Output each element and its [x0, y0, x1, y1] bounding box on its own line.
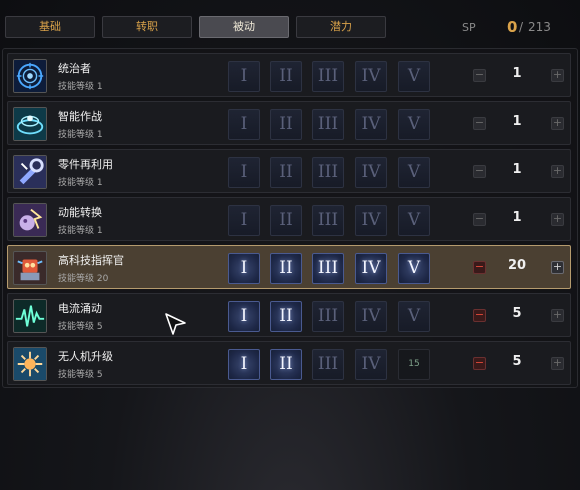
skill-row-smart-combat[interactable]: 智能作战 技能等级 1 I II III IV V − 1 +	[7, 101, 571, 145]
tier-4: IV	[355, 109, 387, 140]
tier-5: V	[398, 157, 430, 188]
skill-level: 技能等级 20	[58, 274, 109, 284]
skill-name: 高科技指挥官	[58, 254, 124, 267]
decrease-button[interactable]: −	[473, 165, 486, 178]
tab-potential[interactable]: 潜力	[296, 16, 386, 38]
tier-5: V	[398, 61, 430, 92]
tier-3: III	[312, 109, 344, 140]
skill-level: 技能等级 5	[58, 370, 103, 380]
ruler-emblem-icon	[13, 59, 47, 93]
hightech-commander-icon	[13, 251, 47, 285]
skill-level-value: 5	[512, 306, 522, 321]
increase-button[interactable]: +	[551, 69, 564, 82]
tier-5-locked: 15	[398, 349, 430, 380]
tier-3: III	[312, 157, 344, 188]
tier-2: II	[270, 301, 302, 332]
skill-level-value: 5	[512, 354, 522, 369]
tier-2: II	[270, 61, 302, 92]
skill-row-kinetic-conversion[interactable]: 动能转换 技能等级 1 I II III IV V − 1 +	[7, 197, 571, 241]
increase-button[interactable]: +	[551, 165, 564, 178]
decrease-button[interactable]: −	[473, 213, 486, 226]
increase-button[interactable]: +	[551, 261, 564, 274]
tier-1: I	[228, 61, 260, 92]
skill-level: 技能等级 1	[58, 130, 103, 140]
tier-5: V	[398, 253, 430, 284]
increase-button[interactable]: +	[551, 117, 564, 130]
tier-1: I	[228, 205, 260, 236]
tab-advancement[interactable]: 转职	[102, 16, 192, 38]
tier-1: I	[228, 301, 260, 332]
tier-1: I	[228, 157, 260, 188]
tier-3: III	[312, 253, 344, 284]
tier-4: IV	[355, 61, 387, 92]
tab-basic[interactable]: 基础	[5, 16, 95, 38]
tier-1: I	[228, 349, 260, 380]
decrease-button[interactable]: −	[473, 117, 486, 130]
skill-level-value: 1	[512, 114, 522, 129]
sp-current: 0	[507, 18, 518, 36]
skill-row-hightech-commander[interactable]: 高科技指挥官 技能等级 20 I II III IV V − 20 +	[7, 245, 571, 289]
increase-button[interactable]: +	[551, 213, 564, 226]
tier-5: V	[398, 301, 430, 332]
sp-label: SP	[462, 21, 476, 34]
skill-name: 无人机升级	[58, 350, 113, 363]
skill-row-parts-reuse[interactable]: 零件再利用 技能等级 1 I II III IV V − 1 +	[7, 149, 571, 193]
tier-3: III	[312, 61, 344, 92]
decrease-button[interactable]: −	[473, 357, 486, 370]
tier-2: II	[270, 253, 302, 284]
skill-level: 技能等级 5	[58, 322, 103, 332]
tier-5: V	[398, 205, 430, 236]
current-surge-icon	[13, 299, 47, 333]
tier-4: IV	[355, 205, 387, 236]
decrease-button[interactable]: −	[473, 69, 486, 82]
parts-reuse-icon	[13, 155, 47, 189]
tier-2: II	[270, 349, 302, 380]
tier-3: III	[312, 301, 344, 332]
tier-3: III	[312, 349, 344, 380]
skill-name: 电流涌动	[58, 302, 102, 315]
skill-level-value: 20	[507, 258, 527, 273]
skill-name: 零件再利用	[58, 158, 113, 171]
tier-1: I	[228, 253, 260, 284]
tier-5: V	[398, 109, 430, 140]
skill-row-current-surge[interactable]: 电流涌动 技能等级 5 I II III IV V − 5 +	[7, 293, 571, 337]
skill-level-value: 1	[512, 66, 522, 81]
skill-row-drone-upgrade[interactable]: 无人机升级 技能等级 5 I II III IV 15 − 5 +	[7, 341, 571, 385]
drone-upgrade-icon	[13, 347, 47, 381]
tier-1: I	[228, 109, 260, 140]
decrease-button[interactable]: −	[473, 309, 486, 322]
skill-level: 技能等级 1	[58, 226, 103, 236]
sp-max: 213	[528, 20, 551, 34]
skill-name: 智能作战	[58, 110, 102, 123]
increase-button[interactable]: +	[551, 309, 564, 322]
skill-name: 统治者	[58, 62, 91, 75]
sp-counter: SP 0 / 213	[462, 18, 572, 38]
mouse-cursor-icon	[164, 312, 188, 336]
tier-4: IV	[355, 349, 387, 380]
tier-2: II	[270, 205, 302, 236]
tier-2: II	[270, 157, 302, 188]
skill-list-panel: 统治者 技能等级 1 I II III IV V − 1 + 智能作战 技能等级…	[2, 48, 578, 388]
tier-3: III	[312, 205, 344, 236]
kinetic-conversion-icon	[13, 203, 47, 237]
decrease-button[interactable]: −	[473, 261, 486, 274]
skill-level-value: 1	[512, 162, 522, 177]
sp-separator: /	[519, 20, 524, 34]
tab-passive[interactable]: 被动	[199, 16, 289, 38]
tier-4: IV	[355, 301, 387, 332]
skill-level: 技能等级 1	[58, 178, 103, 188]
skill-row-ruler[interactable]: 统治者 技能等级 1 I II III IV V − 1 +	[7, 53, 571, 97]
tier-4: IV	[355, 253, 387, 284]
skill-name: 动能转换	[58, 206, 102, 219]
skill-level: 技能等级 1	[58, 82, 103, 92]
skill-level-value: 1	[512, 210, 522, 225]
tier-2: II	[270, 109, 302, 140]
tier-4: IV	[355, 157, 387, 188]
smart-combat-icon	[13, 107, 47, 141]
increase-button[interactable]: +	[551, 357, 564, 370]
